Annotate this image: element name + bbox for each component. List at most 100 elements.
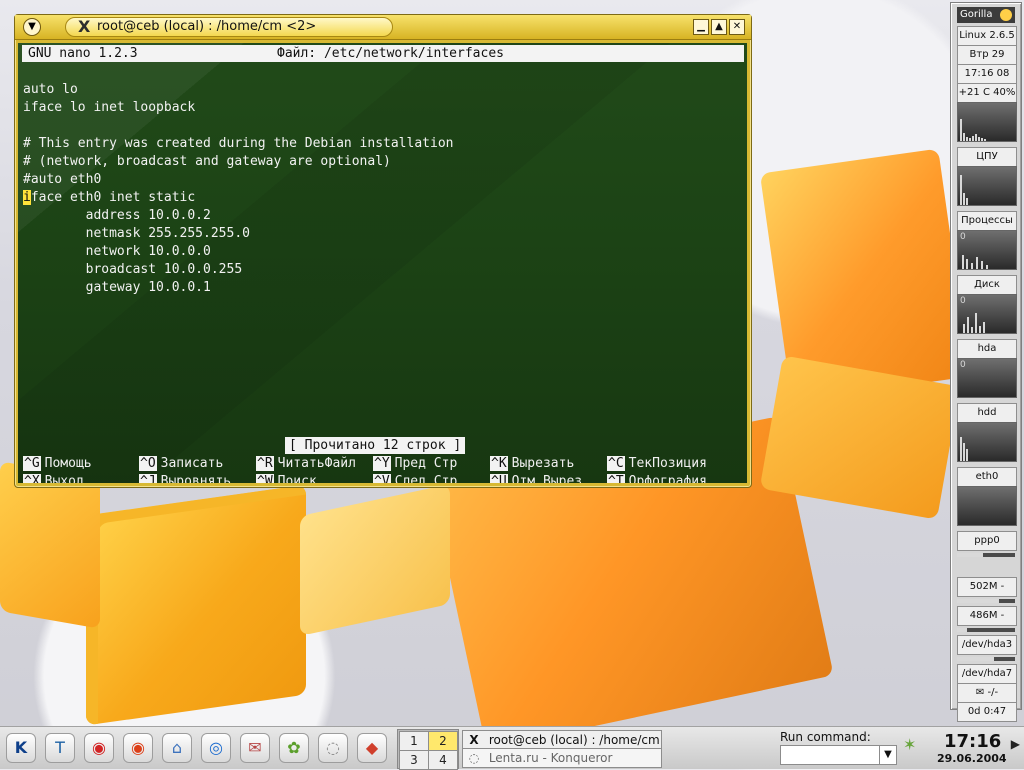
nano-version: GNU nano 1.2.3 bbox=[28, 46, 138, 61]
memory-usage-2: 486M - 486M bbox=[957, 606, 1017, 626]
desktop-pager: 1 2 3 4 bbox=[397, 729, 459, 770]
task-terminal-label: root@ceb (local) : /home/cm bbox=[488, 733, 660, 747]
desktop-2[interactable]: 2 bbox=[428, 731, 458, 751]
mail-icon[interactable]: ✉ bbox=[240, 733, 270, 763]
run-command-icon[interactable]: ✶ bbox=[903, 737, 919, 753]
ppp0-label: ppp0 bbox=[957, 531, 1017, 551]
wallpaper-cube-6 bbox=[300, 484, 450, 636]
desktop-3[interactable]: 3 bbox=[399, 750, 429, 770]
shortcut-readfile: ^R ЧитатьФайл bbox=[256, 456, 356, 471]
shortcut-cut: ^K Вырезать bbox=[490, 456, 575, 471]
star-icon[interactable]: ◆ bbox=[357, 733, 387, 763]
disk-label: Диск bbox=[957, 275, 1017, 295]
cpu-graph bbox=[957, 166, 1017, 206]
nano-header: GNU nano 1.2.3 Файл: /etc/network/interf… bbox=[22, 45, 744, 62]
nano-file-label: Файл: /etc/network/interfaces bbox=[277, 46, 504, 61]
shortcut-write: ^O Записать bbox=[139, 456, 224, 471]
task-konqueror[interactable]: ◌ Lenta.ru - Konqueror bbox=[462, 748, 662, 768]
system-monitor-panel: Gorilla Linux 2.6.5 Втр 29 Июн 17:16 08 … bbox=[950, 2, 1022, 722]
editor-line-8: address 10.0.0.2 bbox=[23, 208, 211, 223]
editor-line-7-rest: face eth0 inet static bbox=[30, 190, 196, 205]
desktop-4[interactable]: 4 bbox=[428, 750, 458, 770]
editor-line-9: netmask 255.255.255.0 bbox=[23, 226, 250, 241]
gorilla-logo-icon bbox=[1000, 9, 1012, 21]
eth0-label: eth0 bbox=[957, 467, 1017, 487]
clock-time: 17:16 bbox=[944, 731, 1002, 752]
memory-meter-2 bbox=[957, 628, 1015, 632]
hda-graph: 0 bbox=[957, 358, 1017, 398]
cpu-graph-bars bbox=[958, 167, 1016, 205]
maximize-button[interactable]: ▲ bbox=[711, 19, 727, 35]
window-titlebar: ▼ X root@ceb (local) : /home/cm <2> ▁ ▲ … bbox=[15, 15, 751, 40]
nano-status-message: [ Прочитано 12 строк ] bbox=[285, 437, 466, 454]
browser-icon[interactable]: ◎ bbox=[201, 733, 231, 763]
shell-launcher-icon-1[interactable]: ◉ bbox=[84, 733, 114, 763]
weather-status: +21 C 40% bbox=[957, 83, 1017, 103]
flower-icon[interactable]: ✿ bbox=[279, 733, 309, 763]
disk-graph: 0 bbox=[957, 294, 1017, 334]
hda-graph-value: 0 bbox=[960, 360, 966, 370]
editor-line-6: #auto eth0 bbox=[23, 172, 102, 187]
mail-icon: ✉ bbox=[975, 687, 985, 698]
minimize-button[interactable]: ▁ bbox=[693, 19, 709, 35]
konqueror-task-icon: ◌ bbox=[468, 751, 480, 765]
window-title: root@ceb (local) : /home/cm <2> bbox=[97, 19, 317, 34]
load-graph bbox=[957, 102, 1017, 142]
editor-line-7[interactable]: iface eth0 inet static bbox=[23, 189, 195, 207]
wallpaper-cube-1 bbox=[86, 484, 306, 726]
window-title-pill: X root@ceb (local) : /home/cm <2> bbox=[65, 17, 393, 37]
desktop-1[interactable]: 1 bbox=[399, 731, 429, 751]
shortcut-help: ^G Помощь bbox=[23, 456, 92, 471]
close-button[interactable]: ✕ bbox=[729, 19, 745, 35]
window-menu-icon[interactable]: ▼ bbox=[23, 18, 41, 36]
load-graph-bars bbox=[958, 103, 1016, 141]
home-icon[interactable]: ⌂ bbox=[162, 733, 192, 763]
processes-label: Процессы bbox=[957, 211, 1017, 231]
editor-line-1: auto lo bbox=[23, 82, 78, 97]
eth0-graph bbox=[957, 486, 1017, 526]
shortcut-spell: ^T Орфография bbox=[607, 473, 707, 483]
device-usage-2: /dev/hda7 bbox=[957, 664, 1017, 684]
task-konqueror-label: Lenta.ru - Konqueror bbox=[488, 751, 613, 765]
hdd-graph-bars bbox=[958, 423, 1016, 461]
monitor-header: Gorilla bbox=[957, 7, 1015, 23]
editor-line-11: broadcast 10.0.0.255 bbox=[23, 262, 243, 277]
terminal-task-icon: X bbox=[469, 733, 479, 747]
processes-graph-bars bbox=[958, 231, 1016, 269]
disk-graph-bars bbox=[958, 295, 1016, 333]
shortcut-uncut: ^U Отм Вырез bbox=[490, 473, 582, 483]
mail-status: ✉ -/- bbox=[957, 683, 1017, 703]
editor-line-10: network 10.0.0.0 bbox=[23, 244, 211, 259]
ppp0-meter bbox=[957, 553, 1015, 557]
shortcut-justify: ^J Выровнять bbox=[139, 473, 231, 483]
shortcut-cur-pos: ^C ТекПозиция bbox=[607, 456, 707, 471]
task-terminal[interactable]: X root@ceb (local) : /home/cm bbox=[462, 730, 662, 750]
text-cursor: i bbox=[23, 190, 31, 205]
x-icon: X bbox=[78, 17, 91, 36]
clock-date: 29.06.2004 bbox=[937, 752, 1007, 765]
tray-expand-icon[interactable]: ▶ bbox=[1011, 737, 1020, 751]
terminal-window: ▼ X root@ceb (local) : /home/cm <2> ▁ ▲ … bbox=[14, 14, 752, 488]
shortcut-exit: ^X Выход bbox=[23, 473, 84, 483]
device-usage-1: /dev/hda3 bbox=[957, 635, 1017, 655]
uptime: 0d 0:47 bbox=[957, 702, 1017, 722]
editor-line-5: # (network, broadcast and gateway are op… bbox=[23, 154, 391, 169]
shell-launcher-icon-2[interactable]: ◉ bbox=[123, 733, 153, 763]
k-menu-icon[interactable]: K bbox=[6, 733, 36, 763]
monitor-title: Gorilla bbox=[960, 9, 993, 20]
editor-line-12: gateway 10.0.0.1 bbox=[23, 280, 211, 295]
shortcut-prev-page: ^Y Пред Стр bbox=[373, 456, 458, 471]
system-date: Втр 29 Июн bbox=[957, 45, 1017, 65]
shortcut-next-page: ^V След Стр bbox=[373, 473, 457, 483]
system-time: 17:16 08 bbox=[957, 64, 1017, 84]
shortcut-where-is: ^W Поиск bbox=[256, 473, 317, 483]
editor-line-4: # This entry was created during the Debi… bbox=[23, 136, 454, 151]
hdd-label: hdd bbox=[957, 403, 1017, 423]
terminal-launcher-icon[interactable]: T bbox=[45, 733, 75, 763]
memory-usage-1: 502M - 361M bbox=[957, 577, 1017, 597]
disk-icon[interactable]: ◌ bbox=[318, 733, 348, 763]
nano-terminal[interactable]: GNU nano 1.2.3 Файл: /etc/network/interf… bbox=[18, 43, 747, 483]
run-command-dropdown-icon[interactable]: ▼ bbox=[879, 746, 896, 764]
editor-line-2: iface lo inet loopback bbox=[23, 100, 196, 115]
run-command-input[interactable]: ▼ bbox=[780, 745, 897, 765]
